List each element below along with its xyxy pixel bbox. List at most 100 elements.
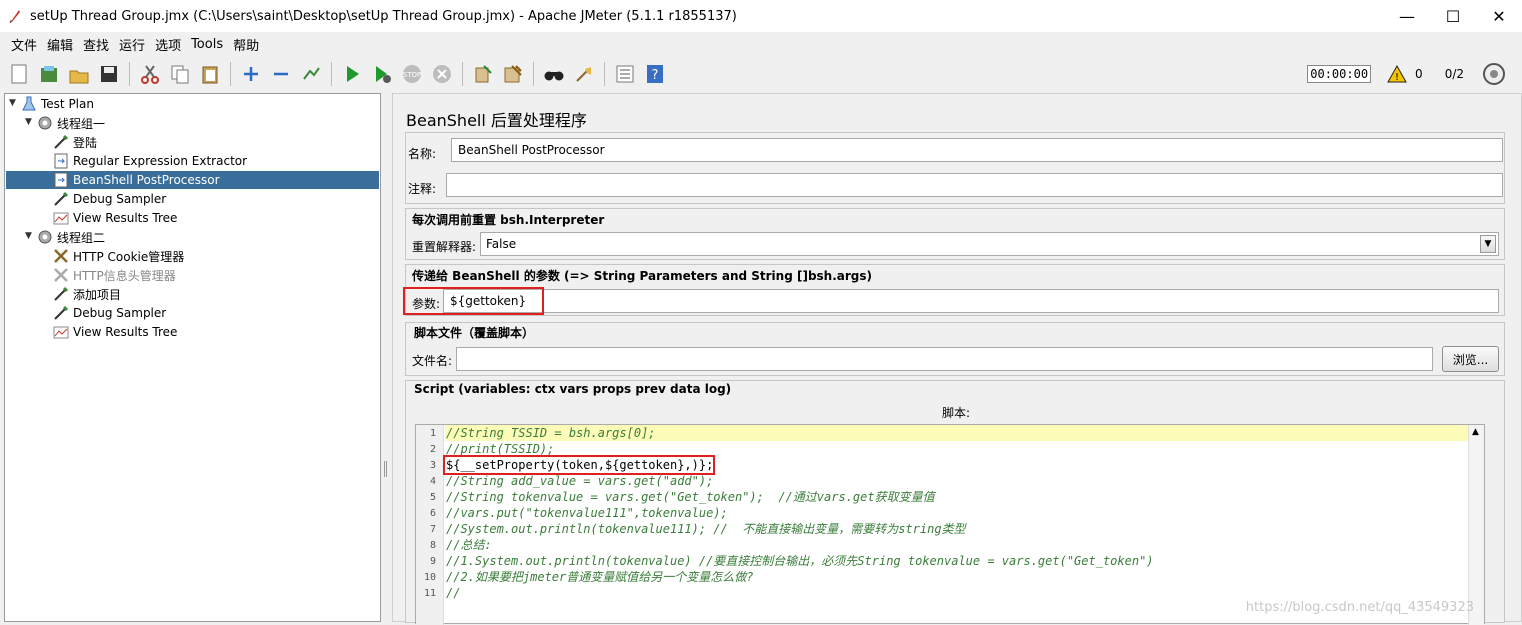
save-icon[interactable] <box>96 61 122 87</box>
test-plan-tree: ▼ Test Plan ▼ 线程组一 登陆 Regular Expression… <box>4 93 381 622</box>
code-line: //String add_value = vars.get("add"); <box>446 474 714 488</box>
menu-search[interactable]: 查找 <box>78 35 114 54</box>
title-bar: setUp Thread Group.jmx (C:\Users\saint\D… <box>0 0 1522 32</box>
code-line: //vars.put("tokenvalue111",tokenvalue); <box>446 506 728 520</box>
test-plan-icon <box>21 96 37 112</box>
copy-icon[interactable] <box>167 61 193 87</box>
tree-item-debug-sampler[interactable]: Debug Sampler <box>53 190 166 208</box>
reset-select-value: False <box>486 237 517 251</box>
open-icon[interactable] <box>66 61 92 87</box>
toolbar-separator <box>533 62 534 86</box>
menu-help[interactable]: 帮助 <box>228 35 264 54</box>
templates-icon[interactable] <box>36 61 62 87</box>
listener-icon <box>53 210 69 226</box>
tree-item-view-results-tree-2[interactable]: View Results Tree <box>53 323 177 341</box>
tree-item-header-manager[interactable]: HTTP信息头管理器 <box>53 266 176 284</box>
remote-status-icon[interactable] <box>1482 62 1506 86</box>
thread-ratio: 0/2 <box>1444 67 1464 81</box>
reset-label: 重置解释器: <box>412 240 477 254</box>
panel-splitter[interactable] <box>382 93 390 622</box>
filename-label: 文件名: <box>412 354 453 368</box>
tree-item-label: View Results Tree <box>73 325 178 339</box>
postprocessor-icon <box>53 153 69 169</box>
reset-interpreter-select[interactable]: False ▼ <box>480 232 1499 256</box>
tree-item-add-project[interactable]: 添加项目 <box>53 285 121 303</box>
stop-icon[interactable]: STOP <box>399 61 425 87</box>
expand-toggle-icon[interactable]: ▼ <box>25 231 32 241</box>
reset-search-icon[interactable] <box>571 61 597 87</box>
tree-item-label: BeanShell PostProcessor <box>73 173 220 187</box>
highlight-box <box>403 287 544 315</box>
splitter-grip[interactable] <box>384 461 387 477</box>
expand-toggle-icon[interactable]: ▼ <box>9 98 16 108</box>
editor-title: BeanShell 后置处理程序 <box>406 111 587 130</box>
line-number: 4 <box>429 476 436 487</box>
menu-edit[interactable]: 编辑 <box>42 35 78 54</box>
code-line: //总结: <box>446 538 492 552</box>
expand-icon[interactable] <box>238 61 264 87</box>
clear-icon[interactable] <box>470 61 496 87</box>
cut-icon[interactable] <box>137 61 163 87</box>
postprocessor-icon <box>53 172 69 188</box>
tree-item-view-results-tree[interactable]: View Results Tree <box>53 209 177 227</box>
tree-item-label: Test Plan <box>41 97 94 111</box>
tree-item-label: HTTP信息头管理器 <box>73 268 176 283</box>
close-button[interactable]: ✕ <box>1476 0 1522 32</box>
search-icon[interactable] <box>541 61 567 87</box>
svg-text:STOP: STOP <box>403 71 421 79</box>
script-header: 脚本: <box>942 406 971 420</box>
new-icon[interactable] <box>6 61 32 87</box>
start-icon[interactable] <box>339 61 365 87</box>
tree-item-beanshell-postprocessor[interactable]: BeanShell PostProcessor <box>6 171 379 189</box>
listener-icon <box>53 324 69 340</box>
line-number-gutter: 1 2 3 4 5 6 7 8 9 10 11 <box>416 425 444 625</box>
start-no-pause-icon[interactable] <box>369 61 395 87</box>
help-icon[interactable]: ? <box>642 61 668 87</box>
parameters-field[interactable]: ${gettoken} <box>443 289 1499 313</box>
maximize-button[interactable]: ☐ <box>1430 0 1476 32</box>
tree-item-cookie-manager[interactable]: HTTP Cookie管理器 <box>53 247 184 265</box>
chevron-down-icon[interactable]: ▼ <box>1480 235 1496 253</box>
reset-section-title: 每次调用前重置 bsh.Interpreter <box>412 213 605 227</box>
function-helper-icon[interactable] <box>612 61 638 87</box>
tree-item-debug-sampler-2[interactable]: Debug Sampler <box>53 304 166 322</box>
tree-item-thread-group-2[interactable]: 线程组二 <box>37 228 105 246</box>
expand-toggle-icon[interactable]: ▼ <box>25 117 32 127</box>
name-field[interactable]: BeanShell PostProcessor <box>451 138 1503 162</box>
toggle-icon[interactable] <box>298 61 324 87</box>
warning-icon[interactable]: ! <box>1387 65 1407 83</box>
svg-text:?: ? <box>652 68 659 83</box>
menu-file[interactable]: 文件 <box>6 35 42 54</box>
script-editor[interactable]: 1 2 3 4 5 6 7 8 9 10 11 //String TSSID =… <box>415 424 1485 625</box>
filename-field[interactable] <box>456 347 1433 371</box>
menu-tools[interactable]: Tools <box>186 37 228 52</box>
paste-icon[interactable] <box>197 61 223 87</box>
tree-item-thread-group-1[interactable]: 线程组一 <box>37 114 105 132</box>
tree-item-regex-extractor[interactable]: Regular Expression Extractor <box>53 152 247 170</box>
shutdown-icon[interactable] <box>429 61 455 87</box>
collapse-icon[interactable] <box>268 61 294 87</box>
tree-item-label: 登陆 <box>73 135 98 150</box>
tree-item-login[interactable]: 登陆 <box>53 133 97 151</box>
minimize-button[interactable]: — <box>1384 0 1430 32</box>
watermark: https://blog.csdn.net/qq_43549323 <box>1245 600 1474 615</box>
parameters-group: 传递给 BeanShell 的参数 (=> String Parameters … <box>403 264 1505 316</box>
tree-item-test-plan[interactable]: Test Plan <box>21 95 94 113</box>
scroll-up-icon[interactable]: ▲ <box>1472 427 1479 437</box>
elapsed-timer: 00:00:00 <box>1307 65 1372 83</box>
browse-button[interactable]: 浏览... <box>1442 346 1499 372</box>
menu-run[interactable]: 运行 <box>114 35 150 54</box>
script-file-group: 脚本文件（覆盖脚本） 文件名: 浏览... <box>405 322 1505 376</box>
comment-field[interactable] <box>446 173 1503 197</box>
name-label: 名称: <box>408 147 437 161</box>
sampler-icon <box>53 191 69 207</box>
line-number: 11 <box>423 588 436 599</box>
sampler-icon <box>53 134 69 150</box>
vertical-scrollbar[interactable]: ▲ <box>1468 425 1484 625</box>
highlight-box <box>443 455 715 475</box>
code-line: //String tokenvalue = vars.get("Get_toke… <box>446 490 935 504</box>
toolbar-separator <box>331 62 332 86</box>
sampler-icon <box>53 286 69 302</box>
menu-options[interactable]: 选项 <box>150 35 186 54</box>
clear-all-icon[interactable] <box>500 61 526 87</box>
